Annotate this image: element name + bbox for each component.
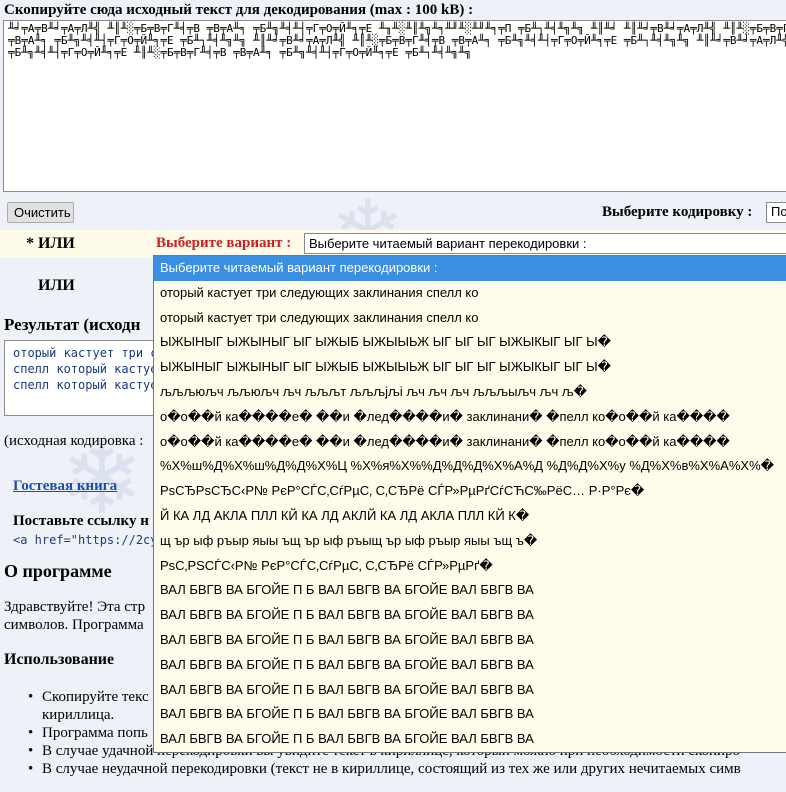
dropdown-option[interactable]: ВАЛ БВГВ ВА БГОЙЕ П Б ВАЛ БВГВ ВА БГОЙЕ …	[154, 752, 786, 753]
variant-dropdown-list[interactable]: Выберите читаемый вариант перекодировки …	[153, 255, 786, 753]
dropdown-option[interactable]: оторый кастует три следующих заклинания …	[154, 281, 786, 306]
variant-label: Выберите вариант :	[156, 235, 292, 251]
encoding-label: Выберите кодировку :	[602, 204, 753, 220]
dropdown-option[interactable]: о�о��й ка����е� ��и �лед����и� заклинани…	[154, 405, 786, 430]
link-title: Поставьте ссылку н	[13, 513, 149, 529]
usage-title: Использование	[4, 651, 115, 668]
dropdown-option[interactable]: ЫЖЫНЫГ ЫЖЫНЫГ ЫГ ЫЖЫБ ЫЖЫЫЬЖ ЫГ ЫГ ЫГ ЫЖ…	[154, 330, 786, 355]
dropdown-option[interactable]: ВАЛ БВГВ ВА БГОЙЕ П Б ВАЛ БВГВ ВА БГОЙЕ …	[154, 678, 786, 703]
source-encoding-text: (исходная кодировка :	[4, 433, 144, 449]
dropdown-option[interactable]: ВАЛ БВГВ ВА БГОЙЕ П Б ВАЛ БВГВ ВА БГОЙЕ …	[154, 727, 786, 752]
or-label-2: ИЛИ	[38, 277, 75, 294]
encoding-select[interactable]: По	[766, 202, 786, 223]
dropdown-option[interactable]: љљљюљч љљюљч љч љљљт љљљјљі љч љч љч љљљ…	[154, 380, 786, 405]
dropdown-option[interactable]: РѕСЂРѕСЂС‹Р№ РєР°СЃС‚СѓРµС‚ С‚СЂРё СЃР»Р…	[154, 479, 786, 504]
variant-select[interactable]: Выберите читаемый вариант перекодировки …	[304, 233, 786, 254]
clear-button[interactable]: Очистить	[7, 202, 74, 223]
dropdown-option[interactable]: ВАЛ БВГВ ВА БГОЙЕ П Б ВАЛ БВГВ ВА БГОЙЕ …	[154, 578, 786, 603]
dropdown-option[interactable]: ВАЛ БВГВ ВА БГОЙЕ П Б ВАЛ БВГВ ВА БГОЙЕ …	[154, 603, 786, 628]
dropdown-option[interactable]: оторый кастует три следующих заклинания …	[154, 306, 786, 331]
dropdown-option[interactable]: Й КА ЛД АКЛА ПЛЛ КЙ КА ЛД АКЛЙ КА ЛД АКЛ…	[154, 504, 786, 529]
dropdown-option[interactable]: Выберите читаемый вариант перекодировки …	[154, 256, 786, 281]
about-line: Здравствуйте! Эта стр	[4, 599, 146, 615]
dropdown-option[interactable]: ВАЛ БВГВ ВА БГОЙЕ П Б ВАЛ БВГВ ВА БГОЙЕ …	[154, 702, 786, 727]
dropdown-option[interactable]: ВАЛ БВГВ ВА БГОЙЕ П Б ВАЛ БВГВ ВА БГОЙЕ …	[154, 628, 786, 653]
about-title: О программе	[4, 561, 112, 581]
link-code[interactable]: <a href="https://2cy	[13, 533, 158, 547]
dropdown-option[interactable]: %Х%ш%Д%Х%ш%Д%Д%Х%Ц %Х%я%Х%%Д%Д%Д%Х%А%Д %…	[154, 454, 786, 479]
dropdown-option[interactable]: ВАЛ БВГВ ВА БГОЙЕ П Б ВАЛ БВГВ ВА БГОЙЕ …	[154, 653, 786, 678]
source-textarea[interactable]: ╨╛╤А╤В╨╛╤А╤Л╨╣ ╨║╨░╤Б╤В╤Г╨╡╤В ╤В╤А╨╕ ╤Б╨…	[3, 20, 786, 192]
usage-item: В случае неудачной перекодировки (текст …	[28, 760, 786, 778]
about-text: Здравствуйте! Эта стр символов. Программ…	[4, 598, 145, 634]
dropdown-option[interactable]: о�о��й ка����е� ��и �лед����и� заклинани…	[154, 430, 786, 455]
or-label-1: * ИЛИ	[26, 235, 75, 252]
about-line: символов. Программа	[4, 617, 144, 633]
dropdown-option[interactable]: ЫЖЫНЫГ ЫЖЫНЫГ ЫГ ЫЖЫБ ЫЖЫЫЬЖ ЫГ ЫГ ЫГ ЫЖ…	[154, 355, 786, 380]
source-title: Скопируйте сюда исходный текст для декод…	[4, 2, 474, 18]
result-title: Результат (исходн	[4, 315, 141, 334]
dropdown-option[interactable]: щ ър ыф ръыр яыы ъщ ър ыф ръыщ ър ыф ръы…	[154, 529, 786, 554]
guestbook-link[interactable]: Гостевая книга	[13, 478, 117, 495]
dropdown-option[interactable]: РѕС‚РЅСЃС‹Р№ РєР°СЃС‚СѓРµС‚ С‚СЂРё СЃР»Р…	[154, 554, 786, 579]
